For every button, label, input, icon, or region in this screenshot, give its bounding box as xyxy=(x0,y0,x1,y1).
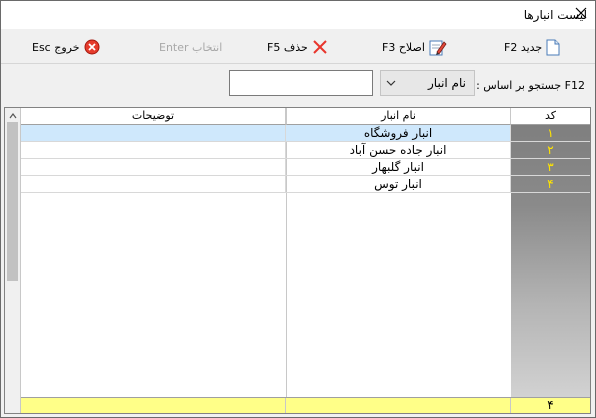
search-input[interactable] xyxy=(229,70,373,96)
new-button-label: جدید F2 xyxy=(504,40,543,54)
footer-name-cell xyxy=(286,398,511,413)
column-header-name[interactable]: نام انبار xyxy=(286,108,511,125)
edit-button-label: اصلاح F3 xyxy=(382,40,425,54)
exit-button-label: خروج Esc xyxy=(32,40,80,54)
column-header-code[interactable]: کد xyxy=(511,108,590,125)
delete-x-icon xyxy=(313,40,327,54)
row-name: انبار فروشگاه xyxy=(286,125,511,142)
search-bar: F12 جستجو بر اساس : نام انبار xyxy=(1,64,595,104)
warehouse-list-window: لیست انبارها جدید F2 اصلاح F3 حذف F5 انت… xyxy=(0,0,596,418)
row-code: ۴ xyxy=(511,176,590,193)
row-description xyxy=(21,125,286,142)
row-name: انبار توس xyxy=(286,176,511,193)
scroll-up-arrow-icon[interactable] xyxy=(8,111,18,121)
row-description xyxy=(21,176,286,193)
column-header-description[interactable]: توضیحات xyxy=(21,108,286,125)
new-button[interactable]: جدید F2 xyxy=(504,37,560,57)
edit-button[interactable]: اصلاح F3 xyxy=(382,37,447,57)
scrollbar-thumb[interactable] xyxy=(7,122,18,281)
table-row[interactable]: ۴ انبار توس xyxy=(21,176,590,193)
row-name: انبار جاده حسن آباد xyxy=(286,142,511,159)
row-description xyxy=(21,142,286,159)
table-row[interactable]: ۳ انبار گلبهار xyxy=(21,159,590,176)
vertical-scrollbar[interactable] xyxy=(5,108,21,413)
title-bar: لیست انبارها xyxy=(1,1,595,29)
edit-pencil-icon xyxy=(429,40,447,55)
grid-footer: ۴ xyxy=(21,397,590,413)
delete-button[interactable]: حذف F5 xyxy=(267,37,328,57)
table-row[interactable]: ۱ انبار فروشگاه xyxy=(21,125,590,142)
row-code: ۱ xyxy=(511,125,590,142)
exit-button[interactable]: خروج Esc xyxy=(32,37,100,57)
row-name: انبار گلبهار xyxy=(286,159,511,176)
search-field-select[interactable]: نام انبار xyxy=(380,70,475,96)
footer-row-count: ۴ xyxy=(547,398,554,412)
delete-button-label: حذف F5 xyxy=(267,40,308,54)
search-label: F12 جستجو بر اساس : xyxy=(476,79,585,92)
search-field-value: نام انبار xyxy=(428,76,466,90)
table-row[interactable]: ۲ انبار جاده حسن آباد xyxy=(21,142,590,159)
warehouse-grid: نام انبار توضیحات کد ۱ انبار فروشگاه ۲ ا… xyxy=(4,107,591,414)
select-button-label: انتخاب Enter xyxy=(159,40,223,54)
row-code: ۲ xyxy=(511,142,590,159)
new-document-icon xyxy=(546,39,560,55)
select-button[interactable]: انتخاب Enter xyxy=(159,37,222,57)
footer-description-cell xyxy=(21,398,286,413)
row-code: ۳ xyxy=(511,159,590,176)
row-description xyxy=(21,159,286,176)
close-icon[interactable] xyxy=(574,6,588,20)
toolbar: جدید F2 اصلاح F3 حذف F5 انتخاب Enter خرو… xyxy=(1,30,595,64)
chevron-down-icon xyxy=(386,80,396,86)
exit-circle-icon xyxy=(84,39,100,55)
